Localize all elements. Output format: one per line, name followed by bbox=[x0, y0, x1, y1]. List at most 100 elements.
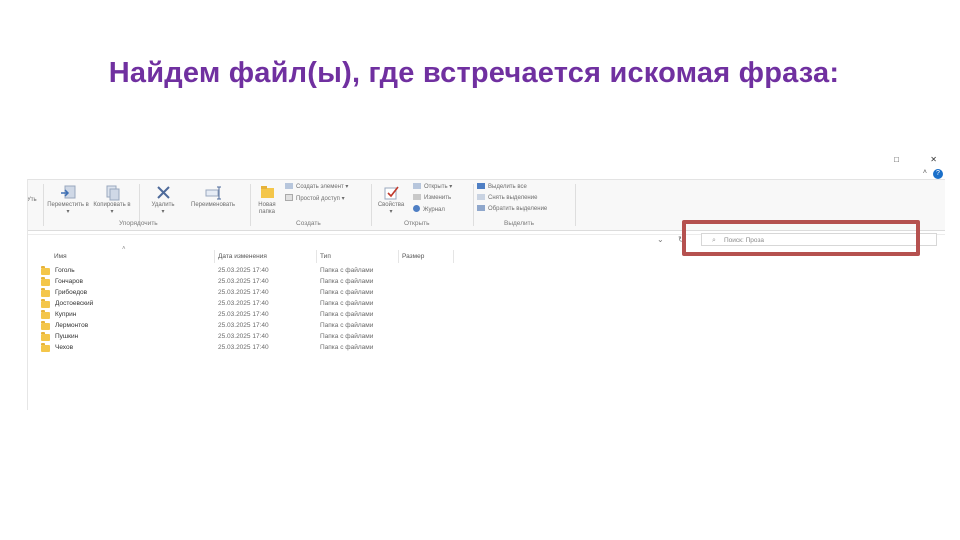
file-date: 25.03.2025 17:40 bbox=[218, 344, 269, 351]
copy-to-label: Копировать в bbox=[93, 202, 131, 208]
select-none-button[interactable]: Снять выделение bbox=[477, 194, 537, 203]
collapse-ribbon-icon[interactable]: ˄ bbox=[923, 169, 927, 176]
select-all-button[interactable]: Выделить все bbox=[477, 183, 527, 192]
restore-button[interactable]: □ bbox=[894, 155, 899, 164]
file-type: Папка с файлами bbox=[320, 333, 374, 340]
history-dropdown-icon[interactable]: ⌄ bbox=[657, 235, 664, 244]
easy-access-icon bbox=[285, 194, 293, 201]
history-label: Журнал bbox=[423, 207, 445, 213]
move-to-button[interactable]: Переместить в ▾ bbox=[47, 184, 89, 216]
file-type: Папка с файлами bbox=[320, 311, 374, 318]
select-none-label: Снять выделение bbox=[488, 195, 538, 201]
file-row[interactable]: Чехов 25.03.2025 17:40 Папка с файлами bbox=[41, 343, 481, 354]
history-icon bbox=[413, 205, 420, 212]
file-row[interactable]: Лермонтов 25.03.2025 17:40 Папка с файлами bbox=[41, 321, 481, 332]
file-type: Папка с файлами bbox=[320, 267, 374, 274]
select-group-label: Выделить bbox=[504, 220, 534, 227]
folder-icon bbox=[41, 310, 50, 319]
select-all-label: Выделить все bbox=[488, 184, 527, 190]
open-label: Открыть bbox=[424, 184, 448, 190]
folder-icon bbox=[41, 332, 50, 341]
file-name: Лермонтов bbox=[55, 322, 89, 329]
new-item-label: Создать элемент bbox=[296, 184, 344, 190]
easy-access-label: Простой доступ bbox=[296, 196, 340, 202]
edit-icon bbox=[413, 194, 421, 200]
edit-label: Изменить bbox=[424, 195, 452, 201]
open-button[interactable]: Открыть ▾ bbox=[413, 183, 452, 192]
rename-button[interactable]: Переименовать bbox=[185, 184, 241, 209]
file-date: 25.03.2025 17:40 bbox=[218, 278, 269, 285]
folder-icon bbox=[41, 266, 50, 275]
file-type: Папка с файлами bbox=[320, 300, 374, 307]
file-type: Папка с файлами bbox=[320, 278, 374, 285]
properties-button[interactable]: Свойства ▾ bbox=[374, 184, 408, 216]
invert-selection-label: Обратить выделение bbox=[488, 206, 548, 212]
file-name: Грибоедов bbox=[55, 289, 88, 296]
folder-icon bbox=[41, 321, 50, 330]
open-icon bbox=[413, 183, 421, 189]
file-row[interactable]: Достоевский 25.03.2025 17:40 Папка с файла… bbox=[41, 299, 481, 310]
file-date: 25.03.2025 17:40 bbox=[218, 322, 269, 329]
file-row[interactable]: Грибоедов 25.03.2025 17:40 Папка с файлами bbox=[41, 288, 481, 299]
file-name: Гоголь bbox=[55, 267, 75, 274]
rename-icon bbox=[205, 186, 221, 200]
invert-selection-button[interactable]: Обратить выделение bbox=[477, 205, 547, 214]
column-header-date[interactable]: Дата изменения bbox=[218, 253, 267, 260]
new-item-icon bbox=[285, 183, 293, 189]
new-item-button[interactable]: Создать элемент ▾ bbox=[285, 183, 348, 192]
history-button[interactable]: Журнал bbox=[413, 205, 445, 215]
file-row[interactable]: Гончаров 25.03.2025 17:40 Папка с файлами bbox=[41, 277, 481, 288]
file-date: 25.03.2025 17:40 bbox=[218, 300, 269, 307]
file-type: Папка с файлами bbox=[320, 344, 374, 351]
organize-group-label: Упорядочить bbox=[119, 220, 158, 227]
properties-label: Свойства bbox=[377, 202, 405, 208]
file-type: Папка с файлами bbox=[320, 322, 374, 329]
invert-selection-icon bbox=[477, 205, 485, 211]
delete-button[interactable]: Удалить ▾ bbox=[145, 184, 181, 216]
folder-icon bbox=[41, 299, 50, 308]
new-folder-label: Новая папка bbox=[258, 202, 276, 215]
help-icon[interactable]: ? bbox=[933, 169, 943, 179]
column-header-name[interactable]: Имя bbox=[54, 253, 67, 260]
ribbon-left-stub: Уть bbox=[27, 197, 37, 203]
close-button[interactable]: ✕ bbox=[930, 155, 937, 164]
delete-label: Удалить bbox=[151, 202, 175, 208]
file-row[interactable]: Пушкин 25.03.2025 17:40 Папка с файлами bbox=[41, 332, 481, 343]
new-folder-icon bbox=[260, 186, 274, 198]
file-name: Куприн bbox=[55, 311, 77, 318]
file-date: 25.03.2025 17:40 bbox=[218, 267, 269, 274]
file-row[interactable]: Гоголь 25.03.2025 17:40 Папка с файлами bbox=[41, 266, 481, 277]
file-explorer-window: □ ✕ ˄ ? Уть Переместить в ▾ Копировать в ▾… bbox=[27, 152, 945, 410]
select-none-icon bbox=[477, 194, 485, 200]
move-to-icon bbox=[60, 185, 75, 199]
file-date: 25.03.2025 17:40 bbox=[218, 289, 269, 296]
easy-access-button[interactable]: Простой доступ ▾ bbox=[285, 194, 345, 204]
file-name: Чехов bbox=[55, 344, 74, 351]
copy-to-button[interactable]: Копировать в ▾ bbox=[91, 184, 133, 216]
slide-title: Найдем файл(ы), где встречается искомая … bbox=[108, 57, 840, 89]
folder-icon bbox=[41, 277, 50, 286]
search-highlight-frame bbox=[682, 220, 920, 256]
delete-icon bbox=[156, 186, 170, 199]
file-name: Достоевский bbox=[55, 300, 94, 307]
file-date: 25.03.2025 17:40 bbox=[218, 333, 269, 340]
file-name: Пушкин bbox=[55, 333, 79, 340]
properties-icon bbox=[384, 186, 399, 200]
new-folder-button[interactable]: Новая папка bbox=[253, 184, 281, 216]
file-row[interactable]: Куприн 25.03.2025 17:40 Папка с файлами bbox=[41, 310, 481, 321]
create-group-label: Создать bbox=[296, 220, 321, 227]
file-name: Гончаров bbox=[55, 278, 83, 285]
column-header-type[interactable]: Тип bbox=[320, 253, 331, 260]
folder-icon bbox=[41, 288, 50, 297]
copy-to-icon bbox=[106, 185, 119, 201]
move-to-label: Переместить в bbox=[47, 202, 89, 208]
folder-icon bbox=[41, 343, 50, 352]
open-group-label: Открыть bbox=[404, 220, 430, 227]
file-type: Папка с файлами bbox=[320, 289, 374, 296]
column-header-size[interactable]: Размер bbox=[402, 253, 424, 260]
edit-button[interactable]: Изменить bbox=[413, 194, 451, 203]
file-date: 25.03.2025 17:40 bbox=[218, 311, 269, 318]
rename-label: Переименовать bbox=[191, 202, 235, 208]
sort-indicator-icon: ˄ bbox=[122, 246, 126, 252]
select-all-icon bbox=[477, 183, 485, 189]
